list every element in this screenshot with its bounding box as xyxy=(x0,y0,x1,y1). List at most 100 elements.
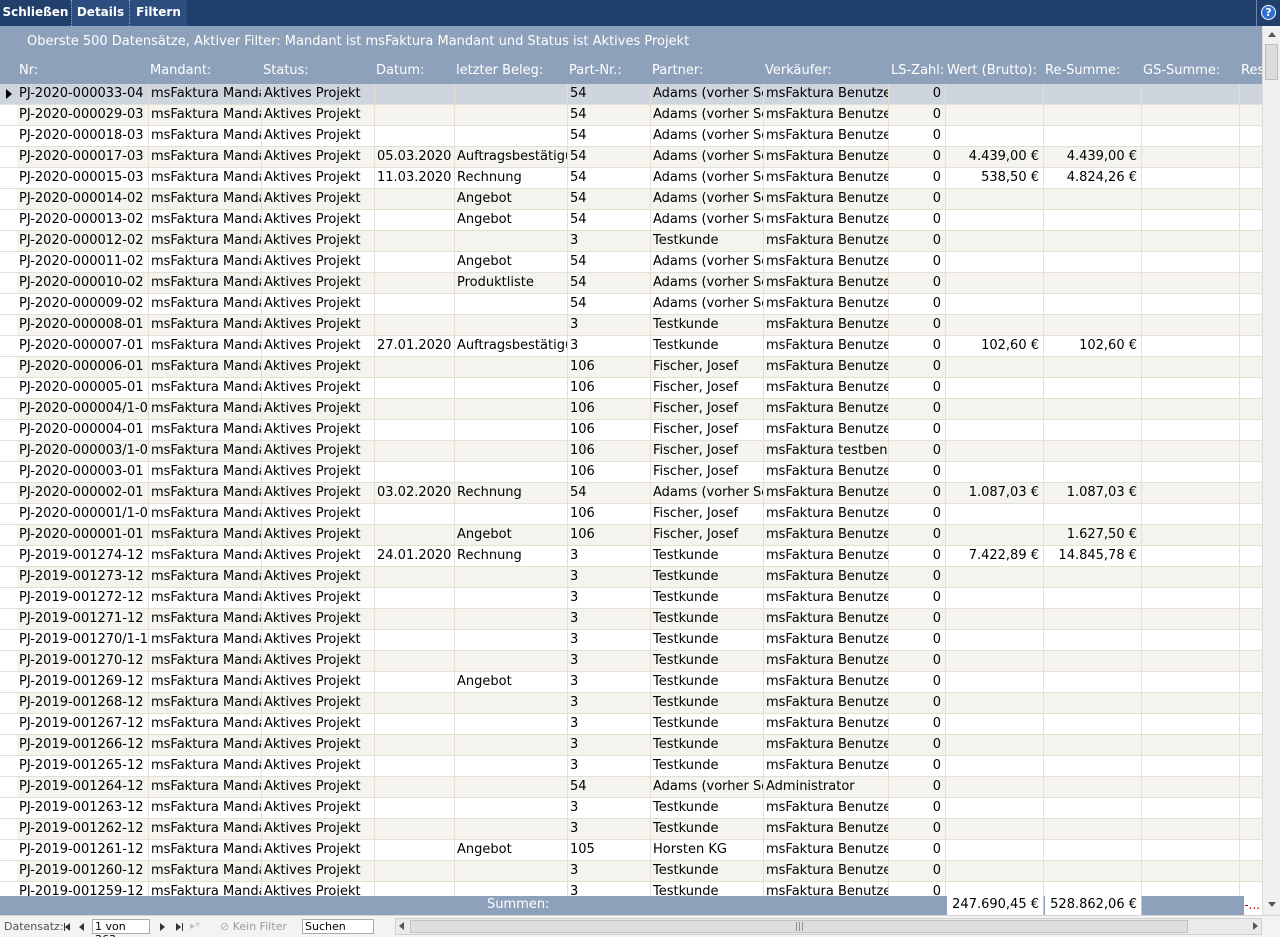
cell-re-summe[interactable] xyxy=(1044,189,1142,210)
cell-letzter-beleg[interactable]: Angebot xyxy=(455,525,568,546)
cell-ls-zahl[interactable]: 0 xyxy=(889,609,946,630)
cell-ls-zahl[interactable]: 0 xyxy=(889,840,946,861)
cell-ls-zahl[interactable]: 0 xyxy=(889,210,946,231)
cell-letzter-beleg[interactable] xyxy=(455,357,568,378)
cell-wert-brutto[interactable] xyxy=(946,651,1044,672)
cell-res[interactable] xyxy=(1240,315,1262,336)
cell-res[interactable] xyxy=(1240,819,1262,840)
row-selector[interactable] xyxy=(0,798,17,819)
cell-res[interactable] xyxy=(1240,630,1262,651)
cell-res[interactable] xyxy=(1240,735,1262,756)
cell-datum[interactable]: 11.03.2020 xyxy=(375,168,455,189)
cell-gs-summe[interactable] xyxy=(1142,441,1240,462)
cell-res[interactable] xyxy=(1240,525,1262,546)
cell-ls-zahl[interactable]: 0 xyxy=(889,462,946,483)
cell-letzter-beleg[interactable]: Rechnung xyxy=(455,168,568,189)
cell-wert-brutto[interactable] xyxy=(946,756,1044,777)
row-selector[interactable] xyxy=(0,294,17,315)
cell-partner[interactable]: Adams (vorher Sch xyxy=(651,126,764,147)
cell-mandant[interactable]: msFaktura Manda xyxy=(149,336,262,357)
cell-wert-brutto[interactable] xyxy=(946,630,1044,651)
cell-status[interactable]: Aktives Projekt xyxy=(262,147,375,168)
cell-part-nr[interactable]: 54 xyxy=(568,252,651,273)
cell-ls-zahl[interactable]: 0 xyxy=(889,630,946,651)
cell-partner[interactable]: Testkunde xyxy=(651,693,764,714)
cell-verkaeufer[interactable]: msFaktura Benutzer xyxy=(764,798,889,819)
table-row[interactable]: PJ-2020-000002-01 msFaktura Manda Aktives … xyxy=(0,483,1262,504)
cell-part-nr[interactable]: 3 xyxy=(568,588,651,609)
cell-datum[interactable] xyxy=(375,777,455,798)
cell-res[interactable] xyxy=(1240,546,1262,567)
table-row[interactable]: PJ-2019-001264-12 msFaktura Manda Aktives … xyxy=(0,777,1262,798)
cell-gs-summe[interactable] xyxy=(1142,378,1240,399)
cell-ls-zahl[interactable]: 0 xyxy=(889,399,946,420)
cell-datum[interactable]: 03.02.2020 xyxy=(375,483,455,504)
cell-nr[interactable]: PJ-2020-000029-03 xyxy=(17,105,149,126)
cell-nr[interactable]: PJ-2020-000004/1-01 xyxy=(17,399,149,420)
cell-wert-brutto[interactable] xyxy=(946,693,1044,714)
cell-res[interactable] xyxy=(1240,462,1262,483)
cell-nr[interactable]: PJ-2019-001274-12 xyxy=(17,546,149,567)
cell-re-summe[interactable] xyxy=(1044,441,1142,462)
cell-status[interactable]: Aktives Projekt xyxy=(262,84,375,105)
cell-partner[interactable]: Testkunde xyxy=(651,630,764,651)
cell-wert-brutto[interactable] xyxy=(946,609,1044,630)
cell-ls-zahl[interactable]: 0 xyxy=(889,504,946,525)
cell-partner[interactable]: Adams (vorher Sch xyxy=(651,189,764,210)
cell-status[interactable]: Aktives Projekt xyxy=(262,399,375,420)
cell-wert-brutto[interactable] xyxy=(946,462,1044,483)
cell-part-nr[interactable]: 106 xyxy=(568,525,651,546)
cell-wert-brutto[interactable]: 7.422,89 € xyxy=(946,546,1044,567)
cell-status[interactable]: Aktives Projekt xyxy=(262,126,375,147)
cell-gs-summe[interactable] xyxy=(1142,336,1240,357)
cell-part-nr[interactable]: 54 xyxy=(568,210,651,231)
cell-verkaeufer[interactable]: msFaktura Benutzer xyxy=(764,693,889,714)
cell-letzter-beleg[interactable] xyxy=(455,504,568,525)
row-selector[interactable] xyxy=(0,840,17,861)
cell-ls-zahl[interactable]: 0 xyxy=(889,567,946,588)
cell-partner[interactable]: Fischer, Josef xyxy=(651,378,764,399)
cell-partner[interactable]: Testkunde xyxy=(651,336,764,357)
cell-mandant[interactable]: msFaktura Manda xyxy=(149,357,262,378)
cell-ls-zahl[interactable]: 0 xyxy=(889,294,946,315)
cell-letzter-beleg[interactable] xyxy=(455,567,568,588)
table-row[interactable]: PJ-2020-000004/1-01 msFaktura Manda Aktive… xyxy=(0,399,1262,420)
cell-mandant[interactable]: msFaktura Manda xyxy=(149,630,262,651)
cell-ls-zahl[interactable]: 0 xyxy=(889,315,946,336)
cell-gs-summe[interactable] xyxy=(1142,189,1240,210)
cell-wert-brutto[interactable] xyxy=(946,588,1044,609)
cell-verkaeufer[interactable]: msFaktura Benutzer xyxy=(764,567,889,588)
table-row[interactable]: PJ-2020-000009-02 msFaktura Manda Aktives … xyxy=(0,294,1262,315)
cell-letzter-beleg[interactable]: Auftragsbestätigu xyxy=(455,336,568,357)
cell-gs-summe[interactable] xyxy=(1142,798,1240,819)
table-row[interactable]: PJ-2020-000012-02 msFaktura Manda Aktives … xyxy=(0,231,1262,252)
table-row[interactable]: PJ-2019-001261-12 msFaktura Manda Aktives … xyxy=(0,840,1262,861)
cell-gs-summe[interactable] xyxy=(1142,819,1240,840)
cell-verkaeufer[interactable]: msFaktura Benutzer xyxy=(764,399,889,420)
column-header-letzter-beleg[interactable]: letzter Beleg: xyxy=(456,63,569,78)
next-record-button[interactable] xyxy=(157,920,169,934)
cell-nr[interactable]: PJ-2019-001273-12 xyxy=(17,567,149,588)
table-row[interactable]: PJ-2019-001266-12 msFaktura Manda Aktives … xyxy=(0,735,1262,756)
cell-status[interactable]: Aktives Projekt xyxy=(262,504,375,525)
cell-nr[interactable]: PJ-2020-000003-01 xyxy=(17,462,149,483)
cell-partner[interactable]: Testkunde xyxy=(651,819,764,840)
cell-verkaeufer[interactable]: msFaktura Benutzer xyxy=(764,315,889,336)
cell-gs-summe[interactable] xyxy=(1142,357,1240,378)
cell-letzter-beleg[interactable] xyxy=(455,609,568,630)
cell-wert-brutto[interactable] xyxy=(946,840,1044,861)
cell-partner[interactable]: Adams (vorher Sch xyxy=(651,777,764,798)
column-header-datum[interactable]: Datum: xyxy=(376,63,456,78)
cell-mandant[interactable]: msFaktura Manda xyxy=(149,399,262,420)
cell-res[interactable] xyxy=(1240,756,1262,777)
cell-mandant[interactable]: msFaktura Manda xyxy=(149,483,262,504)
cell-ls-zahl[interactable]: 0 xyxy=(889,819,946,840)
cell-wert-brutto[interactable] xyxy=(946,399,1044,420)
cell-status[interactable]: Aktives Projekt xyxy=(262,462,375,483)
cell-gs-summe[interactable] xyxy=(1142,861,1240,882)
cell-part-nr[interactable]: 3 xyxy=(568,714,651,735)
cell-mandant[interactable]: msFaktura Manda xyxy=(149,567,262,588)
cell-datum[interactable] xyxy=(375,294,455,315)
column-header-res[interactable]: Res xyxy=(1241,63,1262,78)
cell-part-nr[interactable]: 54 xyxy=(568,126,651,147)
